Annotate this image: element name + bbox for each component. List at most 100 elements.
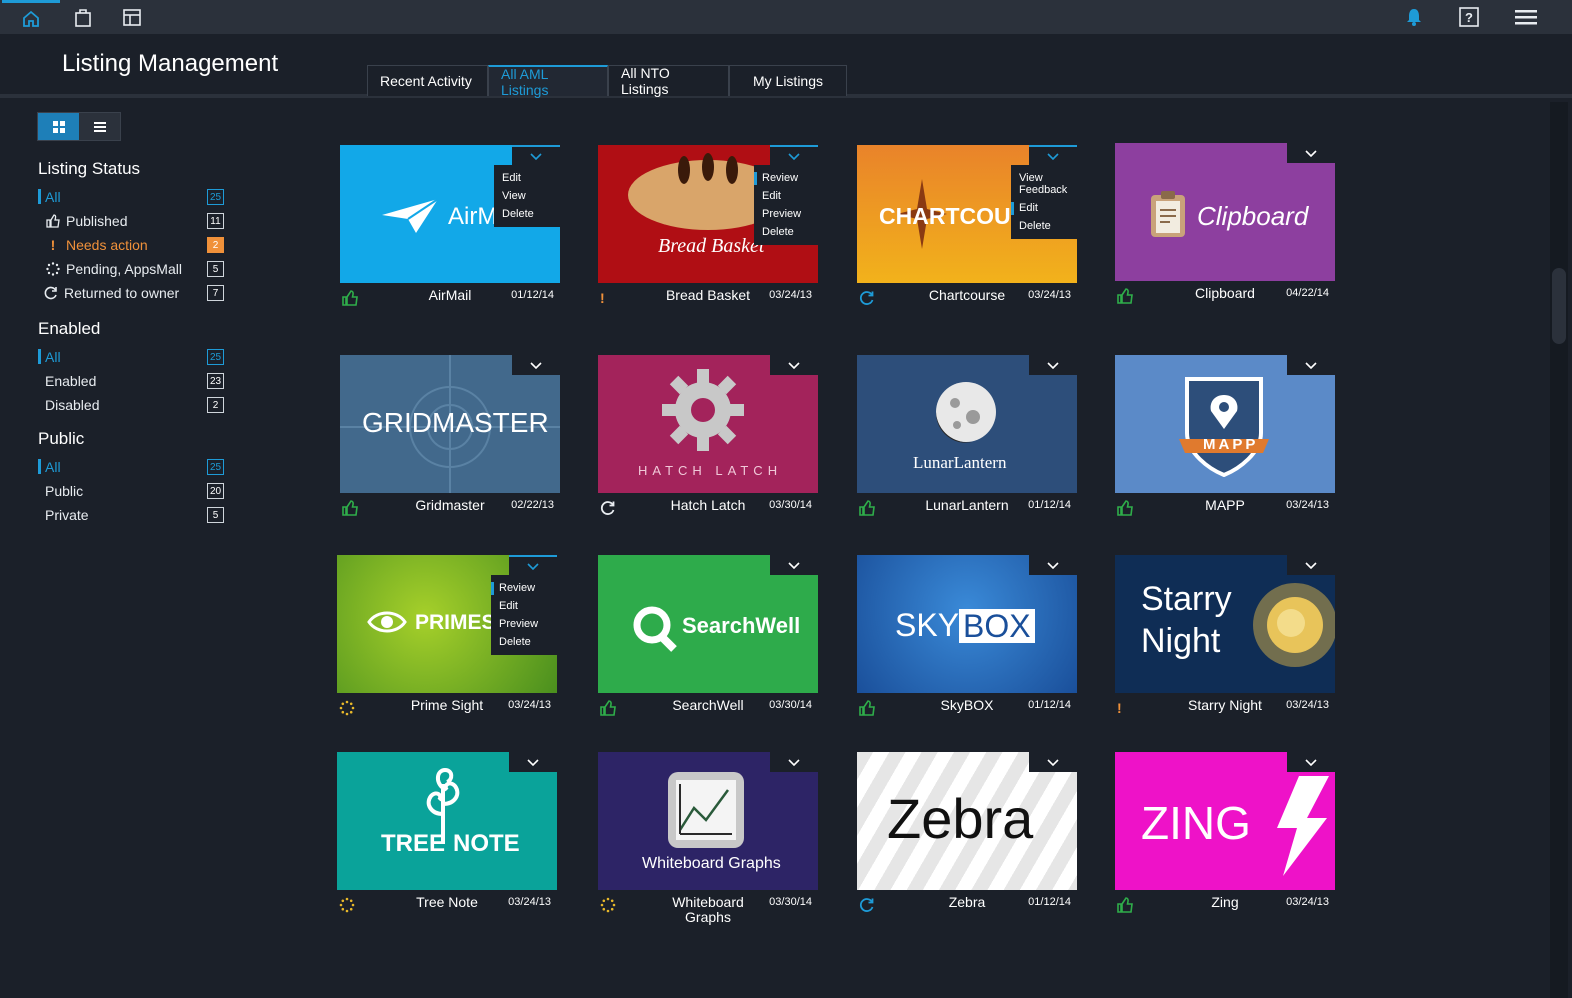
- listing-card-starry-night[interactable]: Starry Night ! Starry Night 03/24/13: [1115, 555, 1335, 735]
- listing-thumbnail[interactable]: TREE NOTE: [337, 752, 557, 890]
- listing-card-whiteboard-graphs[interactable]: Whiteboard Graphs Whiteboard Graphs 03/3…: [598, 752, 818, 932]
- filter-item-pending[interactable]: Pending, AppsMall 5: [38, 257, 228, 281]
- card-dropdown-toggle[interactable]: [1029, 752, 1077, 772]
- listing-meta: LunarLantern 01/12/14: [857, 498, 1077, 518]
- listing-card-searchwell[interactable]: SearchWell SearchWell 03/30/14: [598, 555, 818, 735]
- returned-arrow-icon: [44, 286, 58, 300]
- filter-item-all[interactable]: All 25: [38, 345, 228, 369]
- listing-card-bread-basket[interactable]: Bread Basket Review Edit Preview Delete …: [598, 145, 818, 325]
- listing-thumbnail[interactable]: SKY BOX: [857, 555, 1077, 693]
- filter-item-all[interactable]: All 25: [38, 455, 228, 479]
- card-dropdown-toggle[interactable]: [1287, 143, 1335, 163]
- listing-date: 03/24/13: [1286, 896, 1329, 908]
- menu-item-edit[interactable]: Edit: [499, 597, 549, 615]
- hamburger-menu-icon[interactable]: [1497, 0, 1555, 34]
- card-dropdown-toggle[interactable]: [1029, 555, 1077, 575]
- filter-item-private[interactable]: Private 5: [38, 503, 228, 527]
- menu-item-edit[interactable]: Edit: [1011, 199, 1069, 217]
- listing-card-prime-sight[interactable]: PRIMESI Review Edit Preview Delete Prime…: [337, 555, 557, 735]
- listing-thumbnail[interactable]: MAPP: [1115, 355, 1335, 493]
- listing-thumbnail[interactable]: Clipboard: [1115, 143, 1335, 281]
- listing-thumbnail[interactable]: PRIMESI Review Edit Preview Delete: [337, 555, 557, 693]
- listing-thumbnail[interactable]: Starry Night: [1115, 555, 1335, 693]
- listing-thumbnail[interactable]: Whiteboard Graphs: [598, 752, 818, 890]
- listing-thumbnail[interactable]: ZING: [1115, 752, 1335, 890]
- listing-thumbnail[interactable]: GRIDMASTER: [340, 355, 560, 493]
- scrollbar-thumb[interactable]: [1552, 268, 1566, 344]
- listing-thumbnail[interactable]: CHARTCOU View Feedback Edit Delete: [857, 145, 1077, 283]
- filter-item-all[interactable]: All 25: [38, 185, 228, 209]
- menu-item-preview[interactable]: Preview: [762, 205, 810, 223]
- layout-icon[interactable]: [103, 0, 161, 34]
- listing-card-tree-note[interactable]: TREE NOTE Tree Note 03/24/13: [337, 752, 557, 932]
- bell-icon[interactable]: [1385, 0, 1443, 34]
- listing-card-chartcourse[interactable]: CHARTCOU View Feedback Edit Delete Chart…: [857, 145, 1077, 325]
- menu-item-delete[interactable]: Delete: [1019, 217, 1069, 235]
- card-dropdown-toggle[interactable]: [1287, 555, 1335, 575]
- filter-item-public[interactable]: Public 20: [38, 479, 228, 503]
- listing-meta: Gridmaster 02/22/13: [340, 498, 560, 518]
- listing-thumbnail[interactable]: HATCH LATCH: [598, 355, 818, 493]
- list-view-button[interactable]: [79, 113, 120, 140]
- listing-card-gridmaster[interactable]: GRIDMASTER Gridmaster 02/22/13: [340, 355, 560, 535]
- filter-item-needs-action[interactable]: ! Needs action 2: [38, 233, 228, 257]
- card-dropdown-toggle[interactable]: [770, 355, 818, 375]
- listing-card-hatch-latch[interactable]: HATCH LATCH Hatch Latch 03/30/14: [598, 355, 818, 535]
- listing-thumbnail[interactable]: AirM Edit View Delete: [340, 145, 560, 283]
- menu-item-review[interactable]: Review: [754, 169, 810, 187]
- card-dropdown-toggle[interactable]: [512, 145, 560, 165]
- listing-card-zing[interactable]: ZING Zing 03/24/13: [1115, 752, 1335, 932]
- filter-item-published[interactable]: Published 11: [38, 209, 228, 233]
- listing-tabs: Recent Activity All AML Listings All NTO…: [367, 65, 847, 98]
- listing-thumbnail[interactable]: SearchWell: [598, 555, 818, 693]
- chevron-down-icon: [1305, 149, 1317, 157]
- tab-all-aml-listings[interactable]: All AML Listings: [488, 65, 608, 98]
- filter-count: 25: [207, 459, 224, 475]
- menu-item-edit[interactable]: Edit: [502, 169, 552, 187]
- card-dropdown-toggle[interactable]: [770, 555, 818, 575]
- listing-thumbnail[interactable]: Bread Basket Review Edit Preview Delete: [598, 145, 818, 283]
- magnifier-icon: [633, 606, 677, 652]
- card-dropdown-toggle[interactable]: [1029, 355, 1077, 375]
- listing-card-skybox[interactable]: SKY BOX SkyBOX 01/12/14: [857, 555, 1077, 735]
- returned-arrow-icon: [600, 501, 615, 515]
- help-icon[interactable]: ?: [1440, 0, 1498, 34]
- listing-card-clipboard[interactable]: Clipboard Clipboard 04/22/14: [1115, 143, 1335, 323]
- listing-thumbnail[interactable]: LunarLantern: [857, 355, 1077, 493]
- menu-item-edit[interactable]: Edit: [762, 187, 810, 205]
- listing-card-zebra[interactable]: Zebra Zebra 01/12/14: [857, 752, 1077, 932]
- filter-item-returned[interactable]: Returned to owner 7: [38, 281, 228, 305]
- eye-icon: [367, 611, 407, 633]
- grid-view-button[interactable]: [38, 113, 79, 140]
- card-dropdown-toggle[interactable]: [509, 752, 557, 772]
- tab-my-listings[interactable]: My Listings: [729, 65, 847, 96]
- chevron-down-icon: [1305, 361, 1317, 369]
- card-dropdown-toggle[interactable]: [1287, 355, 1335, 375]
- tab-all-nto-listings[interactable]: All NTO Listings: [608, 65, 729, 97]
- filter-label: Enabled: [45, 373, 97, 389]
- card-dropdown-toggle[interactable]: [512, 355, 560, 375]
- card-dropdown-toggle[interactable]: [1287, 752, 1335, 772]
- home-icon[interactable]: [2, 0, 60, 34]
- listing-thumbnail[interactable]: Zebra: [857, 752, 1077, 890]
- card-dropdown-toggle[interactable]: [770, 145, 818, 165]
- menu-item-preview[interactable]: Preview: [499, 615, 549, 633]
- menu-item-delete[interactable]: Delete: [762, 223, 810, 241]
- menu-item-delete[interactable]: Delete: [502, 205, 552, 223]
- menu-item-delete[interactable]: Delete: [499, 633, 549, 651]
- listing-card-lunarlantern[interactable]: LunarLantern LunarLantern 01/12/14: [857, 355, 1077, 535]
- menu-item-view-feedback[interactable]: View Feedback: [1019, 169, 1069, 199]
- filter-item-disabled[interactable]: Disabled 2: [38, 393, 228, 417]
- listing-card-airmail[interactable]: AirM Edit View Delete AirMail 01/12/14: [340, 145, 560, 325]
- vertical-scrollbar[interactable]: [1550, 102, 1568, 998]
- filter-item-enabled[interactable]: Enabled 23: [38, 369, 228, 393]
- card-dropdown-toggle[interactable]: [509, 555, 557, 575]
- menu-item-view[interactable]: View: [502, 187, 552, 205]
- listing-card-mapp[interactable]: MAPP MAPP 03/24/13: [1115, 355, 1335, 535]
- card-dropdown-toggle[interactable]: [770, 752, 818, 772]
- menu-item-review[interactable]: Review: [491, 579, 549, 597]
- listing-date: 03/30/14: [769, 699, 812, 711]
- listing-logo-text: SearchWell: [682, 613, 801, 638]
- tab-recent-activity[interactable]: Recent Activity: [367, 65, 488, 96]
- card-dropdown-toggle[interactable]: [1029, 145, 1077, 165]
